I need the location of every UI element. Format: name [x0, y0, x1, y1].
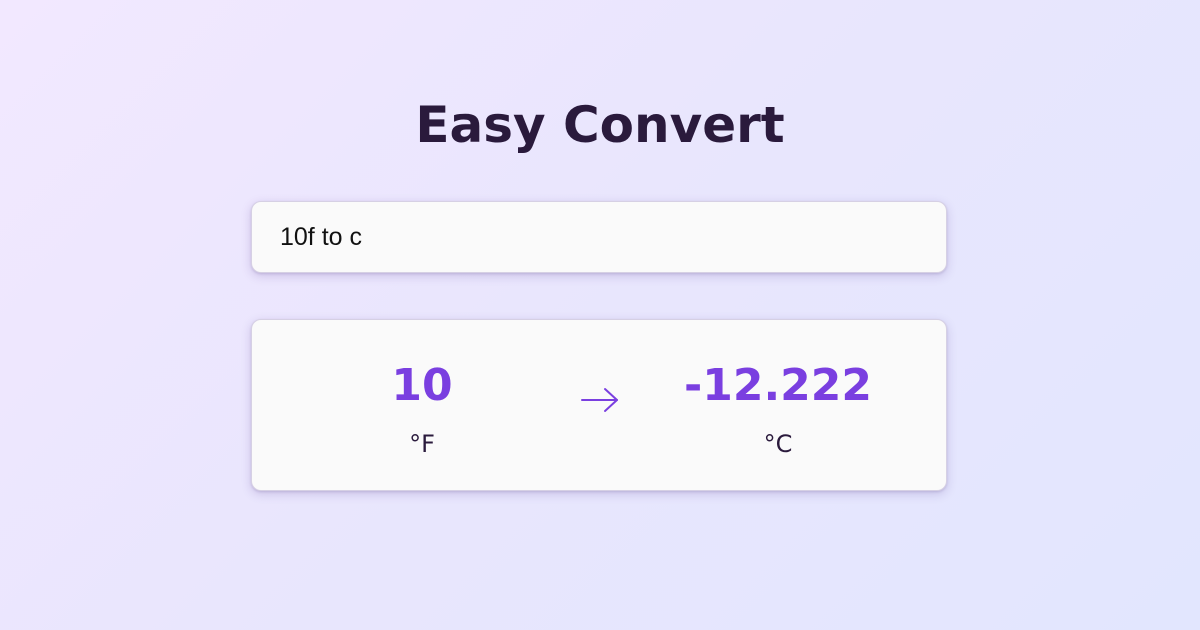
to-value: -12.222 [683, 360, 873, 411]
arrow-right-icon [581, 388, 618, 412]
from-unit: °F [409, 430, 435, 458]
search-input[interactable] [280, 202, 920, 272]
result-card: 10 °F -12.222 °C [251, 319, 947, 491]
to-unit: °C [763, 430, 793, 458]
from-value: 10 [391, 360, 453, 411]
search-box[interactable] [251, 201, 947, 273]
page-title: Easy Convert [415, 96, 785, 154]
